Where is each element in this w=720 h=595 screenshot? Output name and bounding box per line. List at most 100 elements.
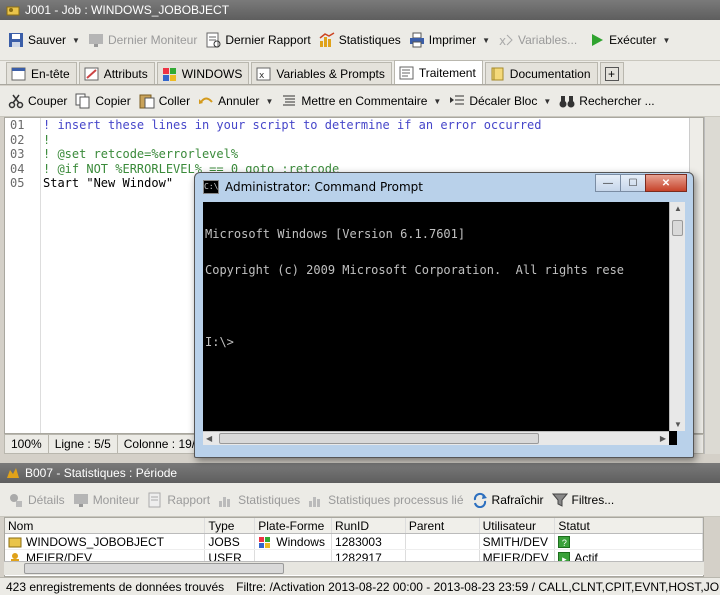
- tab-attributes[interactable]: Attributs: [78, 62, 155, 84]
- table-horizontal-scrollbar[interactable]: [4, 561, 704, 575]
- scissors-icon: [8, 93, 24, 109]
- status-unknown-icon: ?: [558, 535, 571, 548]
- cut-button[interactable]: Couper: [6, 90, 73, 112]
- refresh-button[interactable]: Rafraîchir: [470, 489, 550, 511]
- scrollbar-thumb[interactable]: [219, 433, 539, 444]
- scrollbar-thumb[interactable]: [24, 563, 284, 574]
- chevron-down-icon[interactable]: ▼: [72, 36, 80, 45]
- maximize-icon: ☐: [628, 177, 638, 189]
- maximize-button[interactable]: ☐: [620, 174, 646, 192]
- tab-process[interactable]: Traitement: [393, 60, 483, 84]
- comment-lines-icon: [281, 93, 297, 109]
- clipboard-icon: [139, 93, 155, 109]
- process-stats-button[interactable]: Statistiques processus lié: [306, 489, 469, 511]
- main-vertical-scrollbar[interactable]: [704, 117, 720, 454]
- main-title-bar: J001 - Job : WINDOWS_JOBOBJECT: [0, 0, 720, 20]
- last-monitor-button[interactable]: Dernier Moniteur: [86, 29, 203, 51]
- chevron-down-icon[interactable]: ▼: [663, 36, 671, 45]
- minimize-icon: —: [603, 177, 613, 189]
- tab-windows[interactable]: WINDOWS: [156, 62, 250, 84]
- stats-title: B007 - Statistiques : Période: [25, 466, 178, 480]
- windows-logo-icon: [258, 536, 272, 548]
- tab-variables-prompts[interactable]: x Variables & Prompts: [251, 62, 392, 84]
- paste-button[interactable]: Coller: [137, 90, 196, 112]
- undo-button[interactable]: Annuler ▼: [196, 90, 279, 112]
- console-horizontal-scrollbar[interactable]: ◀ ▶: [203, 431, 669, 445]
- monitor-button[interactable]: Moniteur: [71, 489, 146, 511]
- tab-header[interactable]: En-tête: [6, 62, 77, 84]
- main-title: J001 - Job : WINDOWS_JOBOBJECT: [25, 3, 230, 17]
- column-header[interactable]: Statut: [555, 518, 703, 533]
- variables-button[interactable]: x Variables...: [496, 29, 583, 51]
- execute-button[interactable]: Exécuter ▼: [587, 29, 676, 51]
- chevron-down-icon[interactable]: ▼: [265, 97, 273, 106]
- column-header[interactable]: Plate-Forme: [255, 518, 333, 533]
- details-icon: [8, 492, 24, 508]
- job-icon: [8, 536, 22, 548]
- row-parent: [406, 534, 480, 549]
- chevron-down-icon[interactable]: ▼: [482, 36, 490, 45]
- minimize-button[interactable]: —: [595, 174, 621, 192]
- binoculars-icon: [559, 93, 575, 109]
- row-runid: 1283003: [332, 534, 406, 549]
- command-prompt-window[interactable]: C:\ Administrator: Command Prompt — ☐ ✕ …: [194, 172, 694, 458]
- scroll-down-icon[interactable]: ▼: [674, 420, 682, 429]
- undo-icon: [198, 93, 214, 109]
- table-row[interactable]: WINDOWS_JOBOBJECT JOBS Windows 1283003 S…: [5, 534, 703, 550]
- process-icon: [399, 66, 414, 80]
- close-icon: ✕: [661, 177, 671, 189]
- monitor-icon: [88, 32, 104, 48]
- console-vertical-scrollbar[interactable]: ▲ ▼: [669, 202, 685, 431]
- shift-block-button[interactable]: Décaler Bloc ▼: [447, 90, 557, 112]
- tab-bar: En-tête Attributs WINDOWS x Variables & …: [0, 60, 720, 85]
- report-icon: [147, 492, 163, 508]
- print-button[interactable]: Imprimer ▼: [407, 29, 496, 51]
- scroll-right-icon[interactable]: ▶: [660, 434, 666, 443]
- details-button[interactable]: Détails: [6, 489, 71, 511]
- copy-button[interactable]: Copier: [73, 90, 136, 112]
- chart-icon: [218, 492, 234, 508]
- stats-toolbar: Détails Moniteur Rapport Statistiques St…: [0, 483, 720, 517]
- add-tab-button[interactable]: +: [599, 62, 624, 84]
- console-prompt: I:\>: [205, 335, 234, 349]
- last-report-button[interactable]: Dernier Rapport: [203, 29, 316, 51]
- scroll-left-icon[interactable]: ◀: [206, 434, 212, 443]
- column-header[interactable]: Nom: [5, 518, 206, 533]
- row-name: WINDOWS_JOBOBJECT: [26, 534, 165, 549]
- bottom-status-bar: 423 enregistrements de données trouvés F…: [0, 577, 720, 595]
- refresh-icon: [472, 492, 488, 508]
- save-icon: [8, 32, 24, 48]
- scrollbar-thumb[interactable]: [672, 220, 683, 236]
- search-button[interactable]: Rechercher ...: [557, 90, 660, 112]
- console-output[interactable]: Microsoft Windows [Version 6.1.7601] Cop…: [203, 202, 677, 445]
- statistics-button[interactable]: Statistiques: [317, 29, 407, 51]
- chevron-down-icon[interactable]: ▼: [433, 97, 441, 106]
- comment-button[interactable]: Mettre en Commentaire ▼: [279, 90, 447, 112]
- svg-text:x: x: [259, 71, 265, 81]
- edit-toolbar: Couper Copier Coller Annuler ▼ Mettre en …: [0, 86, 720, 117]
- code-line[interactable]: ! @set retcode=%errorlevel%: [43, 147, 542, 162]
- save-button[interactable]: Sauver ▼: [6, 29, 86, 51]
- column-header[interactable]: Utilisateur: [480, 518, 556, 533]
- chevron-down-icon[interactable]: ▼: [543, 97, 551, 106]
- column-header[interactable]: RunID: [332, 518, 406, 533]
- close-button[interactable]: ✕: [645, 174, 687, 192]
- code-line[interactable]: ! insert these lines in your script to d…: [43, 118, 542, 133]
- report-button[interactable]: Rapport: [145, 489, 216, 511]
- cmd-icon: C:\: [203, 180, 219, 194]
- monitor-icon: [73, 492, 89, 508]
- plus-icon: +: [604, 66, 619, 81]
- cmd-title: Administrator: Command Prompt: [225, 180, 423, 194]
- statistics-button-disabled[interactable]: Statistiques: [216, 489, 306, 511]
- column-header[interactable]: Type: [205, 518, 256, 533]
- scroll-up-icon[interactable]: ▲: [674, 204, 682, 213]
- code-line[interactable]: !: [43, 133, 542, 148]
- variables-icon: x: [498, 32, 514, 48]
- play-icon: [589, 32, 605, 48]
- filters-button[interactable]: Filtres...: [550, 489, 621, 511]
- variables-icon: x: [256, 67, 271, 81]
- tab-documentation[interactable]: Documentation: [484, 62, 598, 84]
- table-header: Nom Type Plate-Forme RunID Parent Utilis…: [5, 518, 703, 534]
- column-header[interactable]: Parent: [406, 518, 480, 533]
